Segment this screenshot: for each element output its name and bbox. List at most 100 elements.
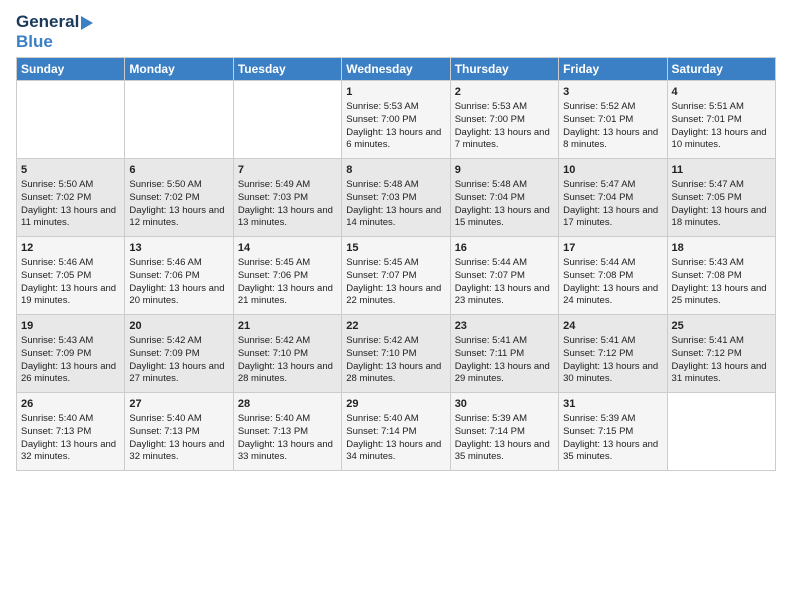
- sunrise-text: Sunrise: 5:50 AM: [129, 179, 201, 190]
- sunrise-text: Sunrise: 5:44 AM: [455, 257, 527, 268]
- sunrise-text: Sunrise: 5:45 AM: [346, 257, 418, 268]
- daylight-text: Daylight: 13 hours and 30 minutes.: [563, 361, 658, 385]
- calendar-cell: 27Sunrise: 5:40 AMSunset: 7:13 PMDayligh…: [125, 393, 233, 471]
- day-number: 14: [238, 241, 337, 256]
- day-number: 12: [21, 241, 120, 256]
- calendar-cell: 18Sunrise: 5:43 AMSunset: 7:08 PMDayligh…: [667, 237, 775, 315]
- day-number: 8: [346, 163, 445, 178]
- day-number: 17: [563, 241, 662, 256]
- sunset-text: Sunset: 7:09 PM: [21, 348, 91, 359]
- sunrise-text: Sunrise: 5:53 AM: [346, 101, 418, 112]
- daylight-text: Daylight: 13 hours and 24 minutes.: [563, 283, 658, 307]
- daylight-text: Daylight: 13 hours and 21 minutes.: [238, 283, 333, 307]
- day-number: 6: [129, 163, 228, 178]
- day-number: 21: [238, 319, 337, 334]
- sunrise-text: Sunrise: 5:40 AM: [238, 413, 310, 424]
- sunset-text: Sunset: 7:02 PM: [129, 192, 199, 203]
- day-number: 28: [238, 397, 337, 412]
- sunrise-text: Sunrise: 5:47 AM: [672, 179, 744, 190]
- daylight-text: Daylight: 13 hours and 28 minutes.: [238, 361, 333, 385]
- calendar-cell: 10Sunrise: 5:47 AMSunset: 7:04 PMDayligh…: [559, 159, 667, 237]
- sunrise-text: Sunrise: 5:39 AM: [455, 413, 527, 424]
- calendar-cell: 12Sunrise: 5:46 AMSunset: 7:05 PMDayligh…: [17, 237, 125, 315]
- sunrise-text: Sunrise: 5:40 AM: [129, 413, 201, 424]
- sunrise-text: Sunrise: 5:53 AM: [455, 101, 527, 112]
- sunrise-text: Sunrise: 5:48 AM: [455, 179, 527, 190]
- day-number: 15: [346, 241, 445, 256]
- sunset-text: Sunset: 7:12 PM: [563, 348, 633, 359]
- daylight-text: Daylight: 13 hours and 33 minutes.: [238, 439, 333, 463]
- sunset-text: Sunset: 7:15 PM: [563, 426, 633, 437]
- sunset-text: Sunset: 7:07 PM: [346, 270, 416, 281]
- calendar-cell: 20Sunrise: 5:42 AMSunset: 7:09 PMDayligh…: [125, 315, 233, 393]
- calendar-page: General Blue SundayMondayTuesdayWednesda…: [0, 0, 792, 612]
- sunrise-text: Sunrise: 5:42 AM: [129, 335, 201, 346]
- sunset-text: Sunset: 7:01 PM: [672, 114, 742, 125]
- sunrise-text: Sunrise: 5:40 AM: [346, 413, 418, 424]
- day-number: 31: [563, 397, 662, 412]
- day-number: 27: [129, 397, 228, 412]
- sunrise-text: Sunrise: 5:43 AM: [21, 335, 93, 346]
- calendar-cell: 15Sunrise: 5:45 AM Sunset: 7:07 PM Dayligh…: [342, 237, 450, 315]
- sunrise-text: Sunrise: 5:49 AM: [238, 179, 310, 190]
- daylight-text: Daylight: 13 hours and 32 minutes.: [21, 439, 116, 463]
- day-number: 3: [563, 85, 662, 100]
- day-number: 22: [346, 319, 445, 334]
- day-number: 16: [455, 241, 554, 256]
- sunrise-text: Sunrise: 5:40 AM: [21, 413, 93, 424]
- daylight-text: Daylight: 13 hours and 22 minutes.: [346, 283, 441, 307]
- daylight-text: Daylight: 13 hours and 6 minutes.: [346, 127, 441, 151]
- sunrise-text: Sunrise: 5:42 AM: [238, 335, 310, 346]
- day-header: Wednesday: [342, 58, 450, 81]
- sunset-text: Sunset: 7:13 PM: [21, 426, 91, 437]
- daylight-text: Daylight: 13 hours and 11 minutes.: [21, 205, 116, 229]
- daylight-text: Daylight: 13 hours and 23 minutes.: [455, 283, 550, 307]
- day-number: 30: [455, 397, 554, 412]
- calendar-cell: 28Sunrise: 5:40 AM Sunset: 7:13 PM Dayligh…: [233, 393, 341, 471]
- sunset-text: Sunset: 7:05 PM: [672, 192, 742, 203]
- calendar-cell: 30Sunrise: 5:39 AMSunset: 7:14 PMDayligh…: [450, 393, 558, 471]
- day-number: 26: [21, 397, 120, 412]
- day-number: 1: [346, 85, 445, 100]
- day-number: 9: [455, 163, 554, 178]
- daylight-text: Daylight: 13 hours and 20 minutes.: [129, 283, 224, 307]
- sunset-text: Sunset: 7:10 PM: [346, 348, 416, 359]
- sunset-text: Sunset: 7:10 PM: [238, 348, 308, 359]
- sunset-text: Sunset: 7:01 PM: [563, 114, 633, 125]
- sunset-text: Sunset: 7:12 PM: [672, 348, 742, 359]
- sunset-text: Sunset: 7:00 PM: [346, 114, 416, 125]
- calendar-cell: 14Sunrise: 5:45 AMSunset: 7:06 PMDayligh…: [233, 237, 341, 315]
- sunset-text: Sunset: 7:09 PM: [129, 348, 199, 359]
- calendar-cell: 29Sunrise: 5:40 AMSunset: 7:14 PMDayligh…: [342, 393, 450, 471]
- calendar-body: 1Sunrise: 5:53 AMSunset: 7:00 PMDaylight…: [17, 81, 776, 471]
- day-number: 19: [21, 319, 120, 334]
- sunset-text: Sunset: 7:13 PM: [238, 426, 308, 437]
- daylight-text: Daylight: 13 hours and 31 minutes.: [672, 361, 767, 385]
- calendar-cell: 8Sunrise: 5:48 AMSunset: 7:03 PMDaylight…: [342, 159, 450, 237]
- day-number: 13: [129, 241, 228, 256]
- calendar-cell: 22Sunrise: 5:42 AMSunset: 7:10 PMDayligh…: [342, 315, 450, 393]
- calendar-cell: 13Sunrise: 5:46 AMSunset: 7:06 PMDayligh…: [125, 237, 233, 315]
- daylight-text: Daylight: 13 hours and 32 minutes.: [129, 439, 224, 463]
- sunset-text: Sunset: 7:02 PM: [21, 192, 91, 203]
- calendar-cell: 19Sunrise: 5:43 AMSunset: 7:09 PMDayligh…: [17, 315, 125, 393]
- sunset-text: Sunset: 7:03 PM: [346, 192, 416, 203]
- week-row: 26Sunrise: 5:40 AMSunset: 7:13 PMDayligh…: [17, 393, 776, 471]
- calendar-cell: 11Sunrise: 5:47 AMSunset: 7:05 PMDayligh…: [667, 159, 775, 237]
- day-number: 10: [563, 163, 662, 178]
- sunset-text: Sunset: 7:05 PM: [21, 270, 91, 281]
- daylight-text: Daylight: 13 hours and 7 minutes.: [455, 127, 550, 151]
- day-header: Monday: [125, 58, 233, 81]
- calendar-cell: 31Sunrise: 5:39 AMSunset: 7:15 PMDayligh…: [559, 393, 667, 471]
- day-number: 23: [455, 319, 554, 334]
- day-number: 4: [672, 85, 771, 100]
- daylight-text: Daylight: 13 hours and 14 minutes.: [346, 205, 441, 229]
- day-header: Tuesday: [233, 58, 341, 81]
- week-row: 5Sunrise: 5:50 AMSunset: 7:02 PMDaylight…: [17, 159, 776, 237]
- calendar-cell: 3Sunrise: 5:52 AMSunset: 7:01 PMDaylight…: [559, 81, 667, 159]
- week-row: 1Sunrise: 5:53 AMSunset: 7:00 PMDaylight…: [17, 81, 776, 159]
- sunset-text: Sunset: 7:14 PM: [346, 426, 416, 437]
- daylight-text: Daylight: 13 hours and 35 minutes.: [563, 439, 658, 463]
- daylight-text: Daylight: 13 hours and 10 minutes.: [672, 127, 767, 151]
- sunrise-text: Sunrise: 5:46 AM: [21, 257, 93, 268]
